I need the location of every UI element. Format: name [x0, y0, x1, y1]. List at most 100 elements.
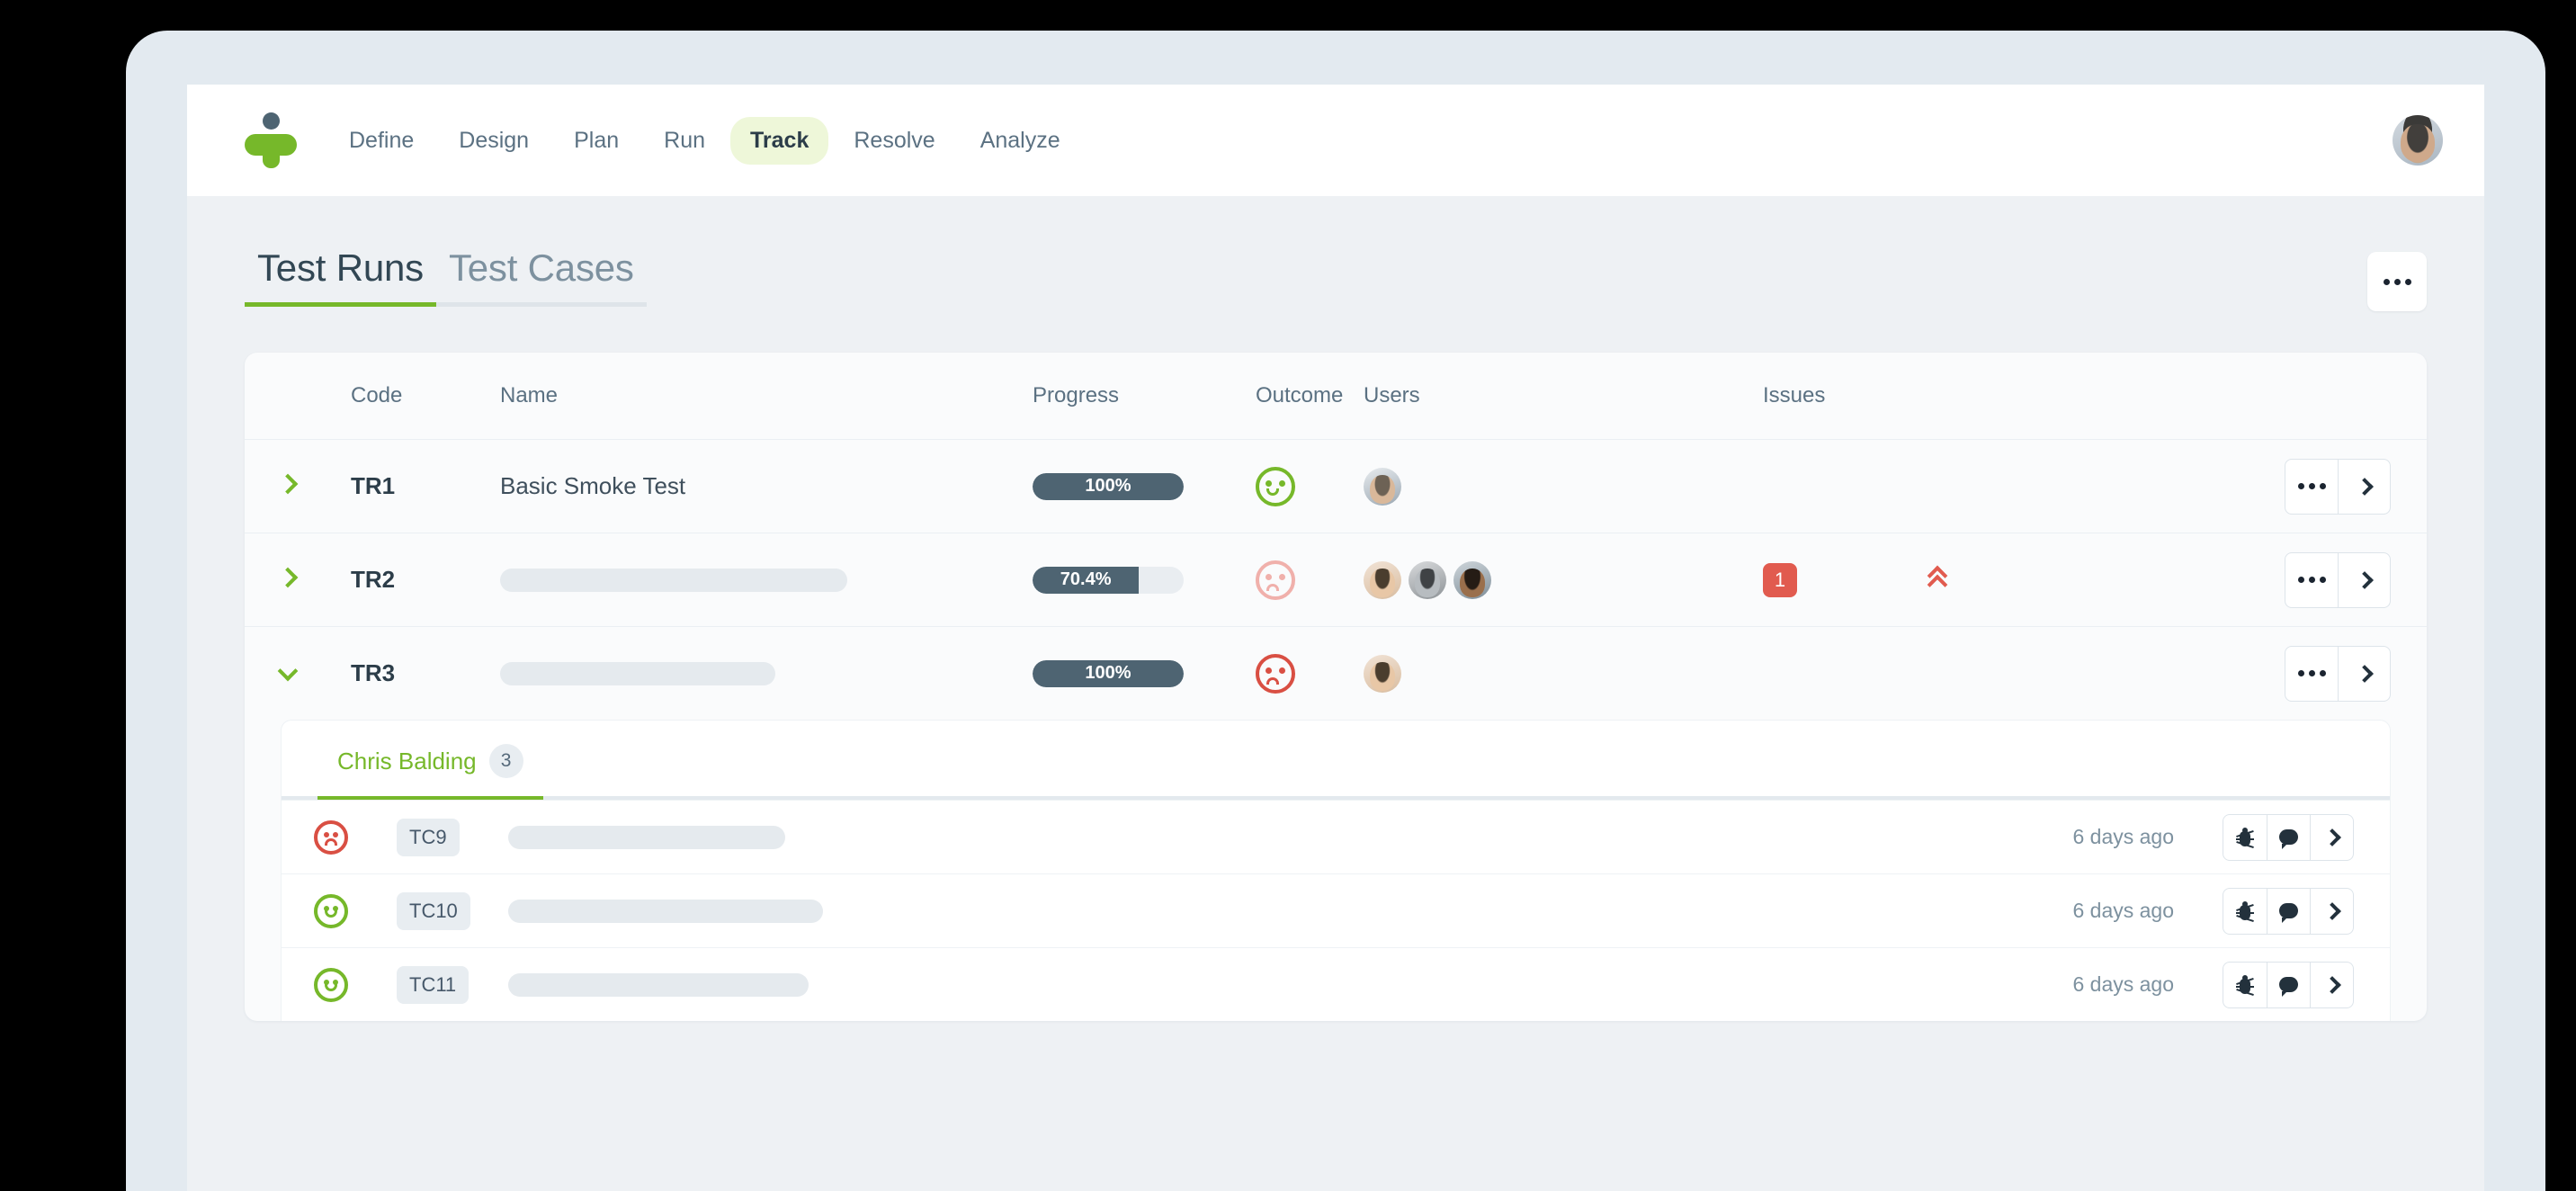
testcase-actions — [2223, 961, 2354, 1008]
row-users — [1364, 467, 1763, 506]
progress-bar-track: 100% — [1033, 472, 1184, 500]
nav-item-plan[interactable]: Plan — [554, 117, 639, 165]
open-testcase-button[interactable] — [2310, 962, 2353, 1007]
comment-button[interactable] — [2267, 814, 2310, 860]
col-header-issues: Issues — [1763, 383, 1826, 407]
avatar[interactable] — [1364, 467, 1401, 506]
tab-test-runs[interactable]: Test Runs — [245, 246, 436, 307]
row-expand-toggle[interactable] — [277, 567, 351, 589]
chevron-right-icon — [277, 567, 299, 588]
progress-bar-track: 70.4% — [1033, 566, 1184, 594]
logo-stem — [263, 134, 280, 168]
row-name: Basic Smoke Test — [500, 472, 686, 499]
row-more-button[interactable] — [2285, 553, 2338, 607]
nav-item-design[interactable]: Design — [439, 117, 549, 165]
progress-bar-fill: 70.4% — [1033, 566, 1140, 594]
avatar[interactable] — [2393, 115, 2443, 166]
row-users — [1364, 560, 1763, 599]
ellipsis-icon — [2383, 278, 2411, 285]
outcome-smiley-pass-icon — [314, 893, 348, 928]
tricentis-logo[interactable] — [245, 112, 297, 168]
report-bug-button[interactable] — [2223, 815, 2267, 860]
avatar[interactable] — [1364, 654, 1401, 693]
app-screen: Define Design Plan Run Track Resolve Ana… — [187, 85, 2484, 1191]
list-item[interactable]: TC11 6 days ago — [282, 947, 2390, 1021]
table-row[interactable]: TR3 100% — [245, 626, 2427, 720]
avatar[interactable] — [1364, 560, 1401, 599]
tab-test-cases[interactable]: Test Cases — [435, 246, 647, 307]
testcase-code-cell: TC11 — [397, 965, 508, 1004]
open-testcase-button[interactable] — [2310, 814, 2353, 860]
testcase-code-cell: TC10 — [397, 891, 508, 930]
page-overflow-menu-button[interactable] — [2367, 252, 2427, 311]
chevron-right-icon — [2355, 570, 2374, 589]
row-name — [500, 568, 1033, 592]
nav-item-define[interactable]: Define — [329, 117, 434, 165]
chevron-right-icon — [2322, 828, 2341, 846]
nav-item-track[interactable]: Track — [730, 116, 829, 165]
assignee-count-badge: 3 — [488, 744, 523, 778]
table-row[interactable]: TR1 Basic Smoke Test 100% — [245, 439, 2427, 533]
testcase-name — [508, 972, 976, 997]
table-header-row: Code Name Progress Outcome Users Issues — [245, 353, 2427, 439]
status-badge[interactable]: 1 — [1763, 562, 1797, 597]
comment-button[interactable] — [2267, 888, 2310, 934]
table-row[interactable]: TR2 70.4% 1 — [245, 533, 2427, 626]
row-users — [1364, 654, 1763, 693]
testcase-name — [508, 899, 976, 923]
row-outcome — [1256, 560, 1364, 600]
redacted-name-placeholder — [500, 568, 847, 592]
comment-button[interactable] — [2267, 962, 2310, 1007]
bug-icon — [2236, 900, 2254, 922]
comment-icon — [2279, 977, 2298, 997]
assignee-tab-chris-balding[interactable]: Chris Balding 3 — [318, 744, 543, 800]
testcase-timestamp: 6 days ago — [2072, 825, 2174, 848]
row-code: TR1 — [351, 472, 396, 499]
testcase-code-cell: TC9 — [397, 818, 508, 856]
nav-item-run[interactable]: Run — [644, 117, 725, 165]
outcome-smiley-pass-icon — [1256, 466, 1295, 506]
testcase-timestamp: 6 days ago — [2072, 899, 2174, 922]
avatar[interactable] — [1409, 560, 1446, 599]
tablet-device-frame: Define Design Plan Run Track Resolve Ana… — [126, 31, 2545, 1191]
bug-icon — [2236, 827, 2254, 848]
main-nav: Define Design Plan Run Track Resolve Ana… — [329, 116, 1080, 165]
report-bug-button[interactable] — [2223, 963, 2267, 1007]
page-tabs: Test Runs Test Cases — [245, 246, 647, 307]
avatar[interactable] — [1453, 560, 1491, 599]
testcase-outcome — [314, 967, 397, 1002]
progress-bar-fill: 100% — [1033, 659, 1184, 687]
progress-label: 70.4% — [1060, 569, 1112, 589]
list-item[interactable]: TC10 6 days ago — [282, 873, 2390, 947]
assignee-tab-label: Chris Balding — [337, 747, 477, 775]
redacted-name-placeholder — [508, 972, 809, 997]
chevron-right-icon — [277, 473, 299, 495]
chevron-right-icon — [2322, 901, 2341, 920]
row-expand-toggle[interactable] — [277, 473, 351, 496]
progress-label: 100% — [1085, 476, 1131, 496]
redacted-name-placeholder — [500, 661, 775, 685]
row-actions — [2285, 458, 2391, 515]
col-header-users: Users — [1364, 383, 1420, 407]
bug-icon — [2236, 974, 2254, 996]
open-testcase-button[interactable] — [2310, 888, 2353, 934]
top-navigation-bar: Define Design Plan Run Track Resolve Ana… — [187, 85, 2484, 196]
row-open-button[interactable] — [2338, 552, 2390, 607]
row-open-button[interactable] — [2338, 646, 2390, 701]
chevron-right-icon — [2322, 975, 2341, 994]
row-collapse-toggle[interactable] — [277, 660, 351, 683]
comment-icon — [2279, 903, 2298, 923]
row-progress: 100% — [1033, 472, 1256, 500]
chevron-down-icon — [277, 660, 299, 682]
nav-item-resolve[interactable]: Resolve — [834, 117, 954, 165]
row-code: TR3 — [351, 659, 396, 686]
test-runs-card: Code Name Progress Outcome Users Issues … — [245, 353, 2427, 1021]
nav-item-analyze[interactable]: Analyze — [961, 117, 1080, 165]
report-bug-button[interactable] — [2223, 889, 2267, 934]
row-open-button[interactable] — [2338, 459, 2390, 514]
list-item[interactable]: TC9 6 days ago — [282, 800, 2390, 873]
progress-bar-fill: 100% — [1033, 472, 1184, 500]
row-more-button[interactable] — [2285, 647, 2338, 701]
assignee-tabs: Chris Balding 3 — [282, 721, 2390, 800]
row-more-button[interactable] — [2285, 460, 2338, 514]
